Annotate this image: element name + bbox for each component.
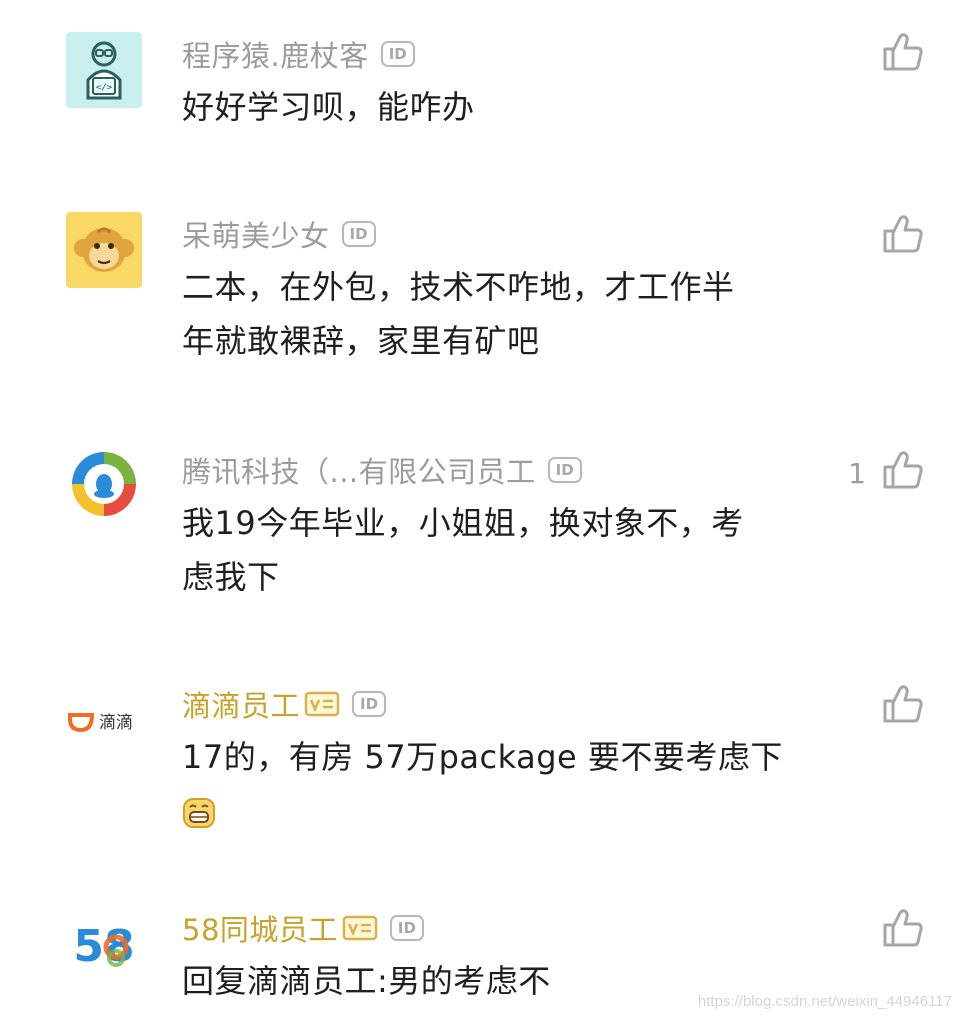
comment-text: 二本，在外包，技术不咋地，才工作半 年就敢裸辞，家里有矿吧 [182,268,735,360]
verified-badge-icon [342,915,378,941]
username[interactable]: 呆萌美少女 [182,213,330,255]
verified-badge-icon [304,691,340,717]
didi-logo-text: 滴滴 [99,712,133,733]
username[interactable]: 腾讯科技（...有限公司员工 [182,449,536,491]
thumbs-up-icon [883,215,923,253]
id-tag: ID [352,691,387,717]
grin-emoji-icon [183,798,215,828]
id-tag: ID [341,221,376,247]
comment-text: 好好学习呗，能咋办 [182,88,475,126]
thumbs-up-icon [883,685,923,723]
username[interactable]: 58同城员工 [182,907,338,949]
tencent-logo-icon [70,450,138,518]
comment-text: 17的，有房 57万package 要不要考虑下 [182,730,882,838]
like-button[interactable] [878,906,924,950]
like-count: 1 [848,457,866,490]
didi-logo-icon [68,713,95,733]
watermark: https://blog.csdn.net/weixin_44946117 [697,993,952,1010]
username-row: 58同城员工 ID [182,908,424,948]
avatar[interactable] [66,446,142,522]
avatar[interactable]: 滴滴 [60,682,150,758]
id-tag: ID [380,41,415,67]
username-row: 腾讯科技（...有限公司员工 ID [182,450,582,490]
like-button[interactable] [878,30,924,74]
username-row: 程序猿.鹿杖客 ID [182,34,415,74]
like-button[interactable] [878,682,924,726]
thumbs-up-icon [883,451,923,489]
id-tag: ID [547,457,582,483]
thumbs-up-icon [883,909,923,947]
username[interactable]: 程序猿.鹿杖客 [182,33,369,75]
id-tag: ID [389,915,424,941]
like-button[interactable] [878,212,924,256]
like-button[interactable] [878,448,924,492]
58-logo-icon: 58 [73,921,134,972]
username-row: 呆萌美少女 ID [182,214,376,254]
monkey-avatar-icon [74,227,134,272]
programmer-avatar-icon: </> [86,41,122,100]
svg-text:</>: </> [96,83,113,93]
thumbs-up-icon [883,33,923,71]
avatar[interactable]: 58 [66,906,142,982]
comment-text: 我19今年毕业，小姐姐，换对象不，考 虑我下 [182,504,744,596]
avatar[interactable] [66,212,142,288]
username-row: 滴滴员工 ID [182,683,387,725]
username[interactable]: 滴滴员工 [182,683,300,725]
avatar[interactable]: </> [66,32,142,108]
